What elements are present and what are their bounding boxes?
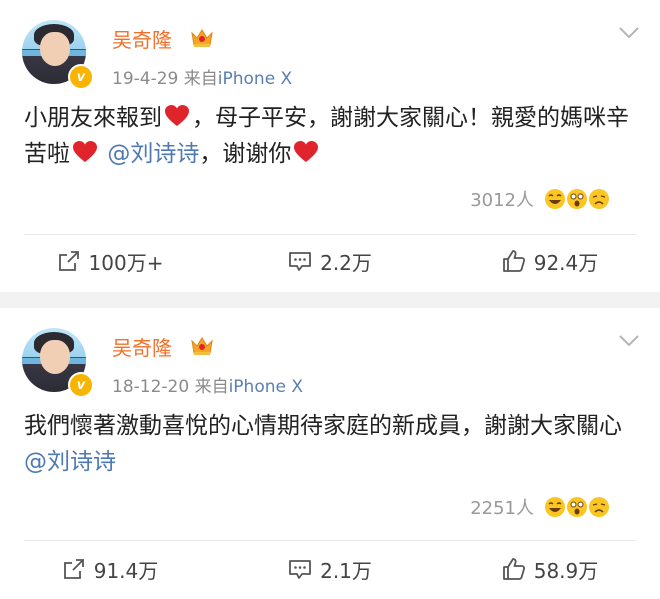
sad-emoji-icon <box>589 189 609 209</box>
comment-button[interactable]: 2.2万 <box>220 236 440 286</box>
divider <box>24 234 636 235</box>
post-text: 我們懷著激動喜悅的心情期待家庭的新成員，謝謝大家關心 <box>24 413 622 439</box>
divider <box>24 540 636 541</box>
crown-icon <box>191 29 213 47</box>
like-count: 92.4万 <box>533 250 599 275</box>
like-button[interactable]: 92.4万 <box>440 236 660 286</box>
laughing-emoji-icon <box>545 189 565 209</box>
reaction-count: 3012人 <box>470 190 534 211</box>
source-prefix: 来自 <box>194 377 229 397</box>
action-bar: 100万+ 2.2万 92.4万 <box>0 236 660 286</box>
post-meta: 19-4-29 来自iPhone X <box>112 64 292 89</box>
laughing-emoji-icon <box>545 497 565 517</box>
comment-icon <box>289 560 311 579</box>
comment-count: 2.1万 <box>320 558 372 583</box>
chevron-down-icon[interactable] <box>618 26 640 40</box>
mention-link[interactable]: @刘诗诗 <box>24 449 116 475</box>
surprised-emoji-icon <box>567 189 587 209</box>
repost-icon <box>63 559 84 579</box>
repost-count: 91.4万 <box>93 558 159 583</box>
post-separator <box>0 292 660 308</box>
reaction-summary[interactable]: 2251人 <box>470 494 610 520</box>
reaction-count: 2251人 <box>470 498 534 519</box>
verified-badge-icon: v <box>68 372 94 398</box>
weibo-post: v 吴奇隆 18-12-20 来自iPhone X 我們懷著激動喜悅的心情期待家… <box>0 308 660 599</box>
weibo-post: v 吴奇隆 19-4-29 来自iPhone X 小朋友來報到 ，母子平安，謝謝大… <box>0 0 660 292</box>
device-name[interactable]: iPhone X <box>229 377 303 397</box>
username[interactable]: 吴奇隆 <box>112 332 172 361</box>
heart-icon <box>294 141 319 162</box>
crown-icon <box>191 337 213 355</box>
reaction-summary[interactable]: 3012人 <box>470 186 610 212</box>
repost-button[interactable]: 91.4万 <box>0 544 220 594</box>
mention-link[interactable]: @刘诗诗 <box>107 141 199 167</box>
post-text: ，谢谢你 <box>199 141 292 167</box>
surprised-emoji-icon <box>567 497 587 517</box>
comment-button[interactable]: 2.1万 <box>220 544 440 594</box>
comment-icon <box>289 252 311 271</box>
post-content: 小朋友來報到 ，母子平安，謝謝大家關心！親愛的媽咪辛苦啦 @刘诗诗，谢谢你 <box>24 100 636 172</box>
device-name[interactable]: iPhone X <box>218 69 292 89</box>
heart-icon <box>165 105 189 126</box>
heart-icon <box>73 141 97 162</box>
post-content: 我們懷著激動喜悅的心情期待家庭的新成員，謝謝大家關心 @刘诗诗 <box>24 408 636 480</box>
comment-count: 2.2万 <box>320 250 372 275</box>
post-date: 18-12-20 <box>112 377 190 397</box>
username[interactable]: 吴奇隆 <box>112 24 172 53</box>
repost-button[interactable]: 100万+ <box>0 236 220 286</box>
sad-emoji-icon <box>589 497 609 517</box>
repost-icon <box>58 251 79 271</box>
thumbs-up-icon <box>502 558 525 580</box>
action-bar: 91.4万 2.1万 58.9万 <box>0 544 660 594</box>
like-button[interactable]: 58.9万 <box>440 544 660 594</box>
thumbs-up-icon <box>502 250 525 272</box>
chevron-down-icon[interactable] <box>618 334 640 348</box>
post-text: 小朋友來報到 <box>24 105 162 131</box>
like-count: 58.9万 <box>533 558 599 583</box>
verified-badge-icon: v <box>68 64 94 90</box>
repost-count: 100万+ <box>88 250 164 275</box>
post-date: 19-4-29 <box>112 69 179 89</box>
source-prefix: 来自 <box>183 69 218 89</box>
post-meta: 18-12-20 来自iPhone X <box>112 372 303 397</box>
